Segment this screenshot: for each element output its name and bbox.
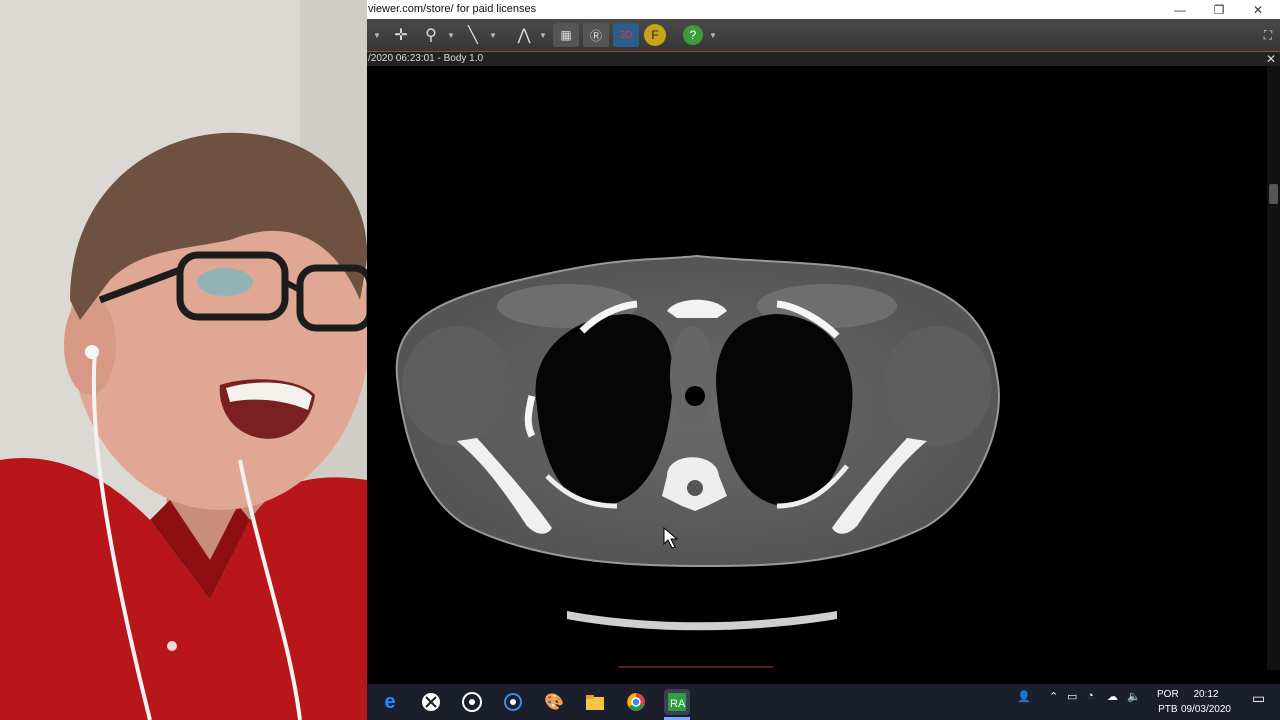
language-code: POR <box>1157 689 1179 700</box>
ct-viewport[interactable] <box>367 66 1267 670</box>
fullscreen-icon[interactable]: ⛶ <box>1260 23 1276 47</box>
series-info: /2020 06:23:01 - Body 1.0 <box>368 53 484 64</box>
language-indicator[interactable]: POR PTB <box>1157 687 1179 717</box>
xbox-icon[interactable] <box>418 689 444 715</box>
minimize-button[interactable]: — <box>1165 0 1195 19</box>
measure-tool-icon[interactable]: ╲ <box>460 23 486 47</box>
keyboard-layout: PTB <box>1158 704 1178 715</box>
chevron-down-icon[interactable]: ▼ <box>373 31 381 40</box>
mpr-tool-icon[interactable]: ⋀ <box>511 23 537 47</box>
clock-time: 20:12 <box>1193 689 1219 700</box>
maximize-button[interactable]: ❐ <box>1204 0 1234 19</box>
chevron-up-icon[interactable]: ⌃ <box>1049 690 1058 703</box>
explorer-icon[interactable] <box>582 689 608 715</box>
paint-icon[interactable]: 🎨 <box>541 689 567 715</box>
viewer-header: /2020 06:23:01 - Body 1.0 ✕ <box>367 51 1280 67</box>
webcam-overlay <box>0 0 367 720</box>
window-title: viewer.com/store/ for paid licenses <box>368 3 537 15</box>
system-clock[interactable]: 20:12 09/03/2020 <box>1181 687 1231 717</box>
scrollbar-thumb[interactable] <box>1269 184 1278 204</box>
screen: viewer.com/store/ for paid licenses — ❐ … <box>0 0 1280 720</box>
clock-date: 09/03/2020 <box>1180 704 1231 715</box>
pan-tool-icon[interactable]: ✛ <box>388 23 414 47</box>
svg-text:RA: RA <box>670 698 686 710</box>
window-titlebar: viewer.com/store/ for paid licenses — ❐ … <box>367 0 1280 19</box>
notifications-icon[interactable]: ▭ <box>1252 690 1265 707</box>
wifi-icon[interactable]: ◔ <box>1087 690 1094 702</box>
chevron-down-icon[interactable]: ▼ <box>539 31 547 40</box>
3d-tool-icon[interactable]: 3D <box>613 23 639 47</box>
help-tool-icon[interactable]: ? <box>683 25 703 45</box>
volume-icon[interactable]: 🔈 <box>1127 690 1141 703</box>
cortana-icon[interactable] <box>500 689 526 715</box>
ct-slice-image <box>395 254 1000 668</box>
chevron-down-icon[interactable]: ▼ <box>447 31 455 40</box>
chevron-down-icon[interactable]: ▼ <box>709 31 717 40</box>
radiant-icon[interactable]: RA <box>664 689 690 715</box>
chrome-icon[interactable] <box>623 689 649 715</box>
toolbar: ▼ ✛ ⚲ ▼ ╲ ▼ ⋀ ▼ ▦ Ⓡ 3D F ? ▼ ⛶ <box>367 19 1280 52</box>
battery-icon[interactable]: ▭ <box>1067 690 1077 703</box>
viewer-footer <box>367 670 1280 684</box>
fusion-tool-icon[interactable]: F <box>644 24 666 46</box>
obs-icon[interactable] <box>459 689 485 715</box>
zoom-tool-icon[interactable]: ⚲ <box>418 23 444 47</box>
chevron-down-icon[interactable]: ▼ <box>489 31 497 40</box>
close-button[interactable]: ✕ <box>1243 0 1273 19</box>
presenter-image <box>0 0 367 720</box>
rotate-tool-icon[interactable]: Ⓡ <box>583 23 609 47</box>
viewer-scrollbar[interactable] <box>1267 66 1280 670</box>
close-viewer-icon[interactable]: ✕ <box>1266 52 1276 66</box>
film-tool-icon[interactable]: ▦ <box>553 23 579 47</box>
onedrive-icon[interactable]: ☁ <box>1107 690 1118 703</box>
edge-icon[interactable]: e <box>377 689 403 715</box>
people-icon[interactable]: 👤 <box>1017 690 1031 703</box>
taskbar: e 🎨 RA 👤 ⌃ ▭ ◔ ☁ 🔈 POR PTB 20:12 09/03/2… <box>367 684 1280 720</box>
